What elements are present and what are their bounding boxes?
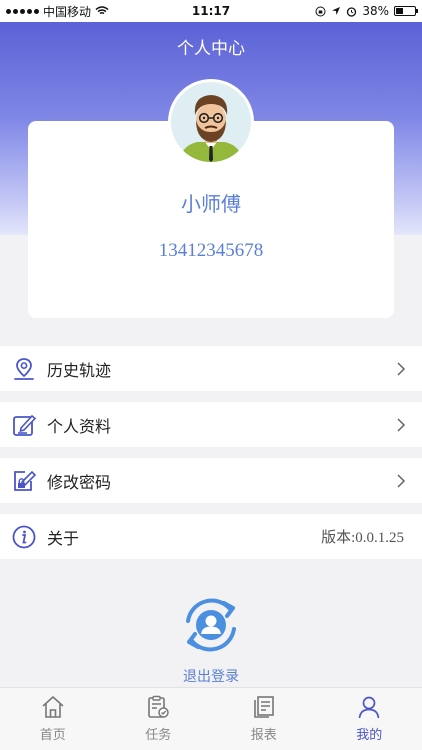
tab-label-tasks: 任务 xyxy=(145,728,172,743)
tab-label-reports: 报表 xyxy=(250,728,277,743)
avatar-illustration xyxy=(171,82,251,162)
menu-item-password[interactable]: 修改密码 xyxy=(0,458,422,503)
refresh-user-icon[interactable] xyxy=(178,595,244,655)
clock: 11:17 xyxy=(191,4,231,18)
location-pin-icon xyxy=(11,356,37,382)
carrier-info: 中国移动 xyxy=(6,3,109,20)
user-phone: 13412345678 xyxy=(158,240,264,261)
menu-label-about: 关于 xyxy=(47,528,80,548)
lock-rotation-icon xyxy=(315,6,326,16)
info-icon xyxy=(11,524,37,550)
user-name: 小师傅 xyxy=(181,192,241,216)
chevron-right-icon xyxy=(397,417,406,432)
edit-note-icon xyxy=(11,412,37,438)
tab-home[interactable]: 首页 xyxy=(0,688,106,750)
chevron-right-icon xyxy=(397,473,406,488)
version-text: 版本:0.0.1.25 xyxy=(321,530,404,546)
edit-lock-icon xyxy=(11,468,37,494)
alarm-icon xyxy=(347,6,357,17)
home-icon xyxy=(42,696,64,718)
carrier-name: 中国移动 xyxy=(43,4,92,19)
wifi-icon xyxy=(95,6,109,15)
menu-item-history[interactable]: 历史轨迹 xyxy=(0,346,422,391)
menu-label-history: 历史轨迹 xyxy=(47,360,112,380)
tab-mine[interactable]: 我的 xyxy=(317,688,422,750)
tab-tasks[interactable]: 任务 xyxy=(106,688,212,750)
tab-label-home: 首页 xyxy=(39,728,66,743)
logout-button[interactable]: 退出登录 xyxy=(0,666,422,686)
battery-icon xyxy=(394,6,418,16)
menu-item-profile[interactable]: 个人资料 xyxy=(0,402,422,447)
avatar[interactable] xyxy=(168,79,254,165)
user-icon xyxy=(358,696,380,719)
menu-label-profile: 个人资料 xyxy=(47,416,112,436)
tab-bar: 首页 任务 报表 我的 xyxy=(0,687,422,750)
tab-label-mine: 我的 xyxy=(356,728,383,743)
menu-label-password: 修改密码 xyxy=(47,472,112,492)
report-icon xyxy=(253,696,274,718)
tab-reports[interactable]: 报表 xyxy=(211,688,317,750)
signal-icon xyxy=(6,8,39,14)
status-bar: 中国移动 11:17 38% xyxy=(0,0,422,22)
battery-percent: 38% xyxy=(362,4,389,18)
clipboard-check-icon xyxy=(148,695,169,718)
location-arrow-icon xyxy=(332,7,341,15)
chevron-right-icon xyxy=(397,361,406,376)
page-title: 个人中心 xyxy=(177,38,245,59)
system-indicators: 38% xyxy=(315,4,418,18)
menu-item-about[interactable]: 关于 版本:0.0.1.25 xyxy=(0,514,422,559)
